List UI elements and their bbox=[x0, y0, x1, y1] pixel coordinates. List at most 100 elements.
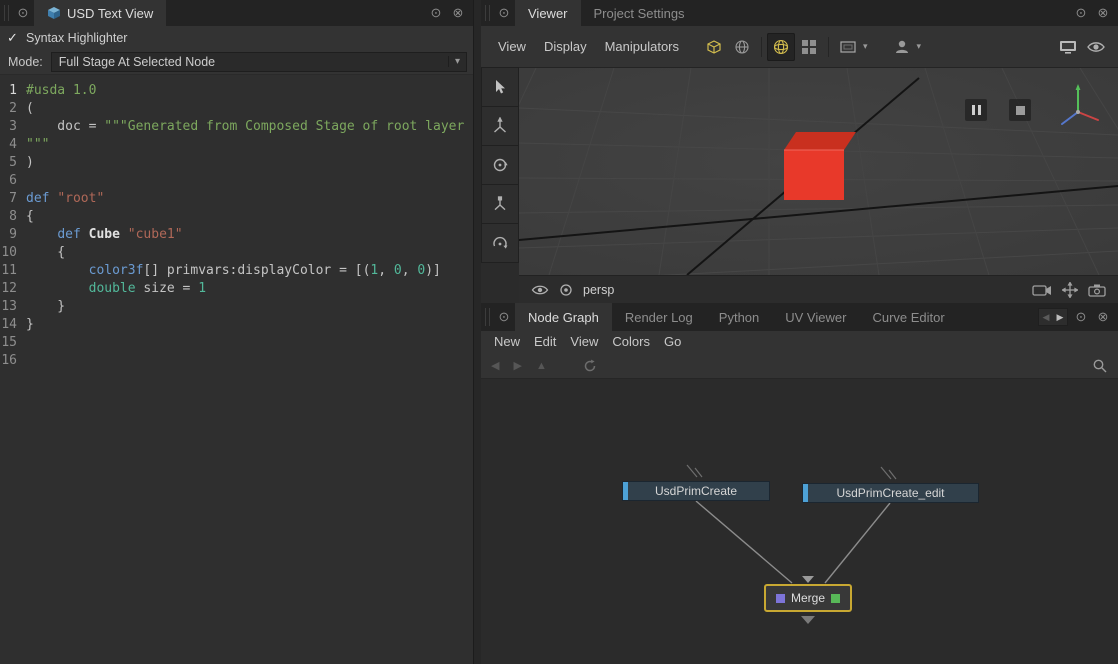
panel-restore-icon[interactable]: ⊙ bbox=[1073, 309, 1089, 325]
tab-usd-text-view[interactable]: USD Text View bbox=[34, 0, 166, 26]
viewer-tabbar: ⊙ Viewer Project Settings ⊙ ⊗ bbox=[481, 0, 1118, 26]
code-text: } bbox=[26, 298, 65, 316]
code-line: 16 bbox=[0, 352, 473, 370]
tab-scroll-right-icon[interactable]: ▶ bbox=[1053, 312, 1067, 323]
nav-forward-icon[interactable]: ▶ bbox=[513, 359, 521, 372]
menu-view[interactable]: View bbox=[489, 35, 535, 59]
person-icon bbox=[892, 37, 912, 57]
capture-camera-icon[interactable] bbox=[1088, 283, 1106, 297]
panel-splitter[interactable] bbox=[474, 0, 481, 664]
menu-colors[interactable]: Colors bbox=[605, 330, 657, 354]
camera-select-button[interactable] bbox=[888, 33, 916, 61]
menu-manipulators[interactable]: Manipulators bbox=[596, 35, 688, 59]
node-graph-toolbar: ◀ ▶ ▲ bbox=[481, 353, 1118, 379]
cube-3d[interactable] bbox=[784, 132, 856, 200]
wireframe-sphere-button[interactable] bbox=[767, 33, 795, 61]
menu-go[interactable]: Go bbox=[657, 330, 688, 354]
node-usdprimcreate[interactable]: UsdPrimCreate bbox=[622, 481, 770, 501]
code-token: "cube1" bbox=[128, 227, 183, 242]
shaded-cube-button[interactable] bbox=[700, 33, 728, 61]
code-token: def bbox=[26, 191, 57, 206]
panel-close-icon[interactable]: ⊗ bbox=[1095, 309, 1111, 325]
tab-scroll-left-icon[interactable]: ◀ bbox=[1039, 312, 1053, 323]
tab-curve-editor[interactable]: Curve Editor bbox=[859, 303, 957, 331]
panel-close-icon[interactable]: ⊗ bbox=[1095, 5, 1111, 21]
code-token: } bbox=[26, 317, 34, 332]
nav-back-icon[interactable]: ◀ bbox=[491, 359, 499, 372]
menu-display[interactable]: Display bbox=[535, 35, 596, 59]
app-window: ⊙ USD Text View ⊙ ⊗ ✓ Syntax Highlighter… bbox=[0, 0, 1118, 664]
panel-close-icon[interactable]: ⊗ bbox=[450, 5, 466, 21]
node-graph-canvas[interactable]: UsdPrimCreate UsdPrimCreate_edit Merge bbox=[481, 379, 1118, 664]
nav-up-icon[interactable]: ▲ bbox=[536, 360, 547, 372]
panel-float-icon[interactable]: ⊙ bbox=[15, 5, 31, 21]
node-usdprimcreate-edit[interactable]: UsdPrimCreate_edit bbox=[802, 483, 979, 503]
view-mask-button[interactable] bbox=[834, 33, 862, 61]
rotate-tool-button[interactable] bbox=[481, 145, 519, 185]
viewport-3d[interactable] bbox=[519, 68, 1118, 275]
pause-render-button[interactable] bbox=[965, 99, 987, 121]
pivot-tool-button[interactable] bbox=[481, 223, 519, 263]
panel-drag-grip[interactable] bbox=[485, 5, 490, 21]
camera-name[interactable]: persp bbox=[583, 283, 614, 297]
menu-new[interactable]: New bbox=[487, 330, 527, 354]
code-token: ) bbox=[26, 155, 34, 170]
node-graph-menubar: New Edit View Colors Go bbox=[481, 331, 1118, 353]
eye-icon[interactable] bbox=[531, 283, 549, 297]
panel-restore-icon[interactable]: ⊙ bbox=[1073, 5, 1089, 21]
scale-tool-button[interactable] bbox=[481, 184, 519, 224]
cube-outline-icon bbox=[704, 37, 724, 57]
panel-float-icon[interactable]: ⊙ bbox=[496, 309, 512, 325]
tab-node-graph[interactable]: Node Graph bbox=[515, 303, 612, 331]
visibility-button[interactable] bbox=[1082, 33, 1110, 61]
right-column: ⊙ Viewer Project Settings ⊙ ⊗ View Displ… bbox=[481, 0, 1118, 664]
node-graph-panel: ⊙ Node Graph Render Log Python UV Viewer… bbox=[481, 303, 1118, 664]
select-tool-button[interactable] bbox=[481, 67, 519, 107]
panel-drag-grip[interactable] bbox=[485, 308, 490, 326]
syntax-highlighter-checkbox[interactable]: ✓ bbox=[7, 30, 20, 46]
tiles-icon bbox=[800, 38, 818, 56]
chevron-down-icon[interactable]: ▾ bbox=[863, 41, 868, 52]
code-token: } bbox=[26, 299, 65, 314]
environment-button[interactable] bbox=[728, 33, 756, 61]
code-line: 4""" bbox=[0, 136, 473, 154]
tab-python[interactable]: Python bbox=[706, 303, 772, 331]
tab-viewer[interactable]: Viewer bbox=[515, 0, 581, 26]
line-number: 13 bbox=[0, 298, 26, 316]
refresh-icon[interactable] bbox=[583, 359, 597, 373]
line-number: 11 bbox=[0, 262, 26, 280]
line-number: 8 bbox=[0, 208, 26, 226]
panel-drag-grip[interactable] bbox=[4, 5, 9, 21]
line-number: 16 bbox=[0, 352, 26, 370]
wire-sphere-icon bbox=[771, 37, 791, 57]
code-line: 3 doc = """Generated from Composed Stage… bbox=[0, 118, 473, 136]
select-cursor-icon bbox=[491, 78, 509, 96]
mode-dropdown[interactable]: Full Stage At Selected Node ▾ bbox=[51, 52, 467, 72]
menu-view[interactable]: View bbox=[563, 330, 605, 354]
stop-render-button[interactable] bbox=[1009, 99, 1031, 121]
code-text: double size = 1 bbox=[26, 280, 206, 298]
search-icon[interactable] bbox=[1092, 358, 1108, 374]
panel-restore-icon[interactable]: ⊙ bbox=[428, 5, 444, 21]
chevron-down-icon[interactable]: ▾ bbox=[917, 41, 922, 52]
line-number: 9 bbox=[0, 226, 26, 244]
usda-code-editor[interactable]: 1#usda 1.02(3 doc = """Generated from Co… bbox=[0, 75, 473, 664]
menu-edit[interactable]: Edit bbox=[527, 330, 563, 354]
layout-tiles-button[interactable] bbox=[795, 33, 823, 61]
camera-settings-icon[interactable] bbox=[559, 283, 573, 297]
tab-render-log[interactable]: Render Log bbox=[612, 303, 706, 331]
tab-label: UV Viewer bbox=[785, 310, 846, 325]
tab-uv-viewer[interactable]: UV Viewer bbox=[772, 303, 859, 331]
tab-project-settings[interactable]: Project Settings bbox=[581, 0, 698, 26]
chevron-down-icon[interactable]: ▾ bbox=[448, 56, 466, 67]
panel-float-icon[interactable]: ⊙ bbox=[496, 5, 512, 21]
line-number: 10 bbox=[0, 244, 26, 262]
line-number: 12 bbox=[0, 280, 26, 298]
code-token: ( bbox=[26, 101, 34, 116]
exposure-icon[interactable] bbox=[1032, 283, 1052, 297]
pan-icon[interactable] bbox=[1062, 282, 1078, 298]
axis-gizmo[interactable] bbox=[1052, 80, 1104, 136]
translate-tool-button[interactable] bbox=[481, 106, 519, 146]
display-output-button[interactable] bbox=[1054, 33, 1082, 61]
node-merge[interactable]: Merge bbox=[764, 584, 852, 612]
